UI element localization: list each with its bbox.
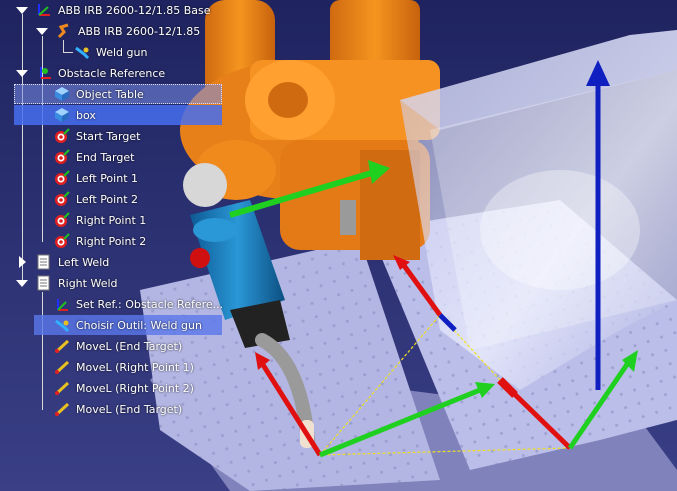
tree-item-label: MoveL (Right Point 2) [76, 381, 194, 395]
tree-item-movel-right-point-1[interactable]: MoveL (Right Point 1) [54, 357, 194, 377]
tree-line [22, 14, 23, 286]
tree-item-label: Left Point 1 [76, 171, 138, 185]
tree-item-label: Right Point 2 [76, 234, 147, 248]
tree-item-right-weld[interactable]: Right Weld [14, 273, 118, 293]
tree-item-label: Set Ref.: Obstacle Refere... [76, 297, 224, 311]
tree-item-label: Left Weld [58, 255, 110, 269]
set-tool-icon [54, 317, 70, 333]
target-icon [54, 233, 70, 249]
program-icon [36, 275, 52, 291]
tree-line [63, 40, 64, 52]
tree-item-label: Obstacle Reference [58, 66, 166, 80]
tree-item-robot[interactable]: ABB IRB 2600-12/1.85 [34, 21, 200, 41]
frame-axes-icon [36, 65, 52, 81]
tree-item-label: Right Weld [58, 276, 118, 290]
move-linear-icon [54, 380, 70, 396]
tree-item-label: End Target [76, 150, 135, 164]
tree-item-end-target[interactable]: End Target [54, 147, 134, 167]
tree-item-left-weld[interactable]: Left Weld [14, 252, 109, 272]
collapse-arrow-icon[interactable] [16, 7, 28, 14]
tree-item-object-table[interactable]: Object Table [14, 84, 222, 104]
tree-item-box[interactable]: box [14, 105, 222, 125]
tree-item-left-point-2[interactable]: Left Point 2 [54, 189, 138, 209]
tree-item-label: Right Point 1 [76, 213, 147, 227]
move-linear-icon [54, 338, 70, 354]
tree-item-start-target[interactable]: Start Target [54, 126, 140, 146]
tree-item-label: Choisir Outil: Weld gun [76, 318, 202, 332]
collapse-arrow-icon[interactable] [36, 28, 48, 35]
tree-line [63, 52, 73, 53]
weld-gun-icon [74, 44, 90, 60]
tree-item-label: MoveL (End Target) [76, 339, 183, 353]
tree-item-label: MoveL (End Target) [76, 402, 183, 416]
target-icon [54, 128, 70, 144]
tree-item-label: ABB IRB 2600-12/1.85 [78, 24, 201, 38]
tree-item-set-ref[interactable]: Set Ref.: Obstacle Refere... [54, 294, 223, 314]
tree-item-right-point-2[interactable]: Right Point 2 [54, 231, 146, 251]
tree-item-movel-right-point-2[interactable]: MoveL (Right Point 2) [54, 378, 194, 398]
cube-icon [54, 86, 70, 102]
cube-icon [54, 107, 70, 123]
collapse-arrow-icon[interactable] [16, 70, 28, 77]
tree-item-label: MoveL (Right Point 1) [76, 360, 194, 374]
target-icon [54, 170, 70, 186]
robot-arm-icon [56, 23, 72, 39]
target-icon [54, 149, 70, 165]
program-icon [36, 254, 52, 270]
tree-item-label: Weld gun [96, 45, 148, 59]
tree-item-choisir-outil[interactable]: Choisir Outil: Weld gun [34, 315, 222, 335]
tree-item-weld-gun[interactable]: Weld gun [74, 42, 147, 62]
tree-item-label: Object Table [76, 87, 144, 101]
tree-item-right-point-1[interactable]: Right Point 1 [54, 210, 146, 230]
object-tree[interactable]: ABB IRB 2600-12/1.85 Base ABB IRB 2600-1… [0, 0, 240, 430]
target-icon [54, 212, 70, 228]
tree-line [42, 292, 43, 410]
tree-item-movel-end-target-2[interactable]: MoveL (End Target) [54, 399, 182, 419]
tree-item-obstacle-reference[interactable]: Obstacle Reference [14, 63, 165, 83]
tree-item-left-point-1[interactable]: Left Point 1 [54, 168, 138, 188]
tree-item-base[interactable]: ABB IRB 2600-12/1.85 Base [14, 0, 211, 20]
tree-item-label: ABB IRB 2600-12/1.85 Base [58, 3, 211, 17]
set-reference-icon [54, 296, 70, 312]
expand-arrow-icon[interactable] [19, 256, 26, 268]
tree-item-label: Start Target [76, 129, 141, 143]
target-icon [54, 191, 70, 207]
tree-item-label: Left Point 2 [76, 192, 138, 206]
move-linear-icon [54, 359, 70, 375]
tree-item-movel-end-target[interactable]: MoveL (End Target) [54, 336, 182, 356]
tree-item-label: box [76, 108, 96, 122]
collapse-arrow-icon[interactable] [16, 280, 28, 287]
frame-axes-icon [36, 2, 52, 18]
move-linear-icon [54, 401, 70, 417]
